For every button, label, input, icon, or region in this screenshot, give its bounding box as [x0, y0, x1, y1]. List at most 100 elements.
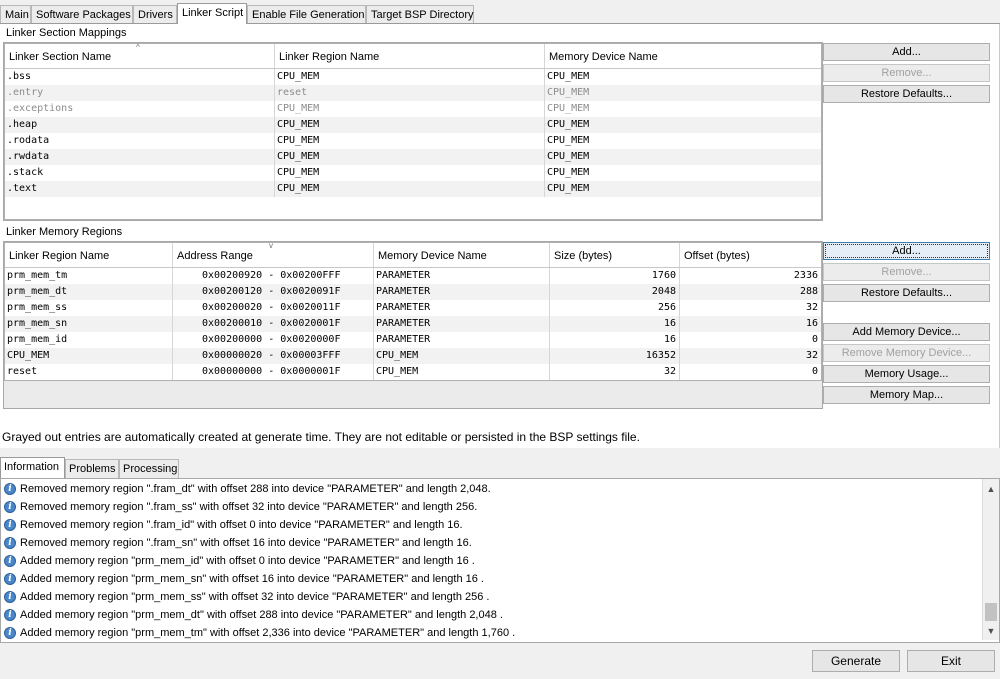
tab-software-packages[interactable]: Software Packages	[31, 5, 133, 23]
tab-drivers[interactable]: Drivers	[133, 5, 177, 23]
region-remove-button[interactable]: Remove...	[823, 263, 990, 281]
region-add-button[interactable]: Add...	[823, 242, 990, 260]
tab-bar: Main Software Packages Drivers Linker Sc…	[0, 0, 1000, 24]
cell-device: CPU_MEM	[547, 183, 590, 194]
cell-offset: 0	[811, 334, 818, 345]
memory-regions-header: Linker Region Name Address Range Memory …	[5, 243, 821, 268]
tab-target-bsp-directory[interactable]: Target BSP Directory	[366, 5, 474, 23]
memory-region-row[interactable]: prm_mem_tm 0x00200920 - 0x00200FFF PARAMET…	[5, 268, 821, 284]
col-size[interactable]: Size (bytes)	[550, 243, 680, 267]
cell-device: CPU_MEM	[547, 87, 590, 98]
col-linker-region-name[interactable]: Linker Region Name	[275, 44, 545, 68]
information-console: i Removed memory region ".fram_dt" with o…	[0, 478, 1000, 643]
section-mapping-row[interactable]: .exceptions CPU_MEM CPU_MEM	[5, 101, 821, 117]
info-icon: i	[4, 573, 16, 585]
cell-range: 0x00200920 - 0x00200FFF	[173, 268, 374, 284]
message-text: Added memory region "prm_mem_sn" with of…	[20, 573, 484, 585]
generate-button[interactable]: Generate	[812, 650, 900, 672]
col-linker-section-name[interactable]: Linker Section Name	[5, 44, 275, 68]
memory-regions-table: Linker Region Name Address Range Memory …	[4, 242, 822, 381]
memory-region-row[interactable]: prm_mem_sn 0x00200010 - 0x0020001F PARAMET…	[5, 316, 821, 332]
message-text: Removed memory region ".fram_sn" with of…	[20, 537, 472, 549]
section-mapping-row[interactable]: .bss CPU_MEM CPU_MEM	[5, 69, 821, 85]
section-mapping-row[interactable]: .rwdata CPU_MEM CPU_MEM	[5, 149, 821, 165]
console-scrollbar[interactable]: ▲ ▼	[982, 479, 999, 640]
tab-linker-script[interactable]: Linker Script	[177, 3, 247, 24]
cell-offset: 32	[805, 350, 818, 361]
exit-button[interactable]: Exit	[907, 650, 995, 672]
scroll-up-icon[interactable]: ▲	[983, 481, 999, 497]
tab-problems[interactable]: Problems	[65, 459, 119, 478]
col-region-name[interactable]: Linker Region Name	[5, 243, 173, 267]
cell-section: .entry	[5, 85, 275, 101]
cell-region: CPU_MEM	[5, 348, 173, 364]
cell-section: .rodata	[5, 133, 275, 149]
add-memory-device-button[interactable]: Add Memory Device...	[823, 323, 990, 341]
cell-range: 0x00200020 - 0x0020011F	[173, 300, 374, 316]
info-icon: i	[4, 609, 16, 621]
cell-device: CPU_MEM	[547, 151, 590, 162]
info-icon: i	[4, 483, 16, 495]
message-text: Added memory region "prm_mem_tm" with of…	[20, 627, 516, 639]
cell-size: 16	[550, 332, 680, 348]
info-icon: i	[4, 501, 16, 513]
tab-main[interactable]: Main	[0, 5, 31, 23]
scroll-down-icon[interactable]: ▼	[983, 623, 999, 639]
section-mappings-table: Linker Section Name Linker Region Name M…	[4, 43, 822, 220]
mapping-remove-button[interactable]: Remove...	[823, 64, 990, 82]
cell-range: 0x00000000 - 0x0000001F	[173, 364, 374, 380]
section-mapping-row[interactable]: .rodata CPU_MEM CPU_MEM	[5, 133, 821, 149]
memory-usage-button[interactable]: Memory Usage...	[823, 365, 990, 383]
memory-region-row[interactable]: prm_mem_ss 0x00200020 - 0x0020011F PARAMET…	[5, 300, 821, 316]
memory-region-row[interactable]: prm_mem_dt 0x00200120 - 0x0020091F PARAMET…	[5, 284, 821, 300]
cell-section: .bss	[5, 69, 275, 85]
cell-range: 0x00200120 - 0x0020091F	[173, 284, 374, 300]
col-address-range[interactable]: Address Range	[173, 243, 374, 267]
cell-device: CPU_MEM	[547, 71, 590, 82]
cell-offset: 288	[799, 286, 818, 297]
memory-region-row[interactable]: reset 0x00000000 - 0x0000001F CPU_MEM 32 0	[5, 364, 821, 380]
cell-region: prm_mem_dt	[5, 284, 173, 300]
scrollbar-thumb[interactable]	[985, 603, 997, 621]
cell-section: .heap	[5, 117, 275, 133]
section-mapping-row[interactable]: .entry reset CPU_MEM	[5, 85, 821, 101]
region-restore-defaults-button[interactable]: Restore Defaults...	[823, 284, 990, 302]
cell-offset: 16	[805, 318, 818, 329]
tab-information[interactable]: Information	[0, 457, 65, 478]
col-memory-device-name[interactable]: Memory Device Name	[545, 44, 821, 68]
cell-section: .text	[5, 181, 275, 197]
remove-memory-device-button[interactable]: Remove Memory Device...	[823, 344, 990, 362]
cell-device: CPU_MEM	[547, 103, 590, 114]
info-icon: i	[4, 627, 16, 639]
cell-device: PARAMETER	[374, 268, 550, 284]
cell-region: prm_mem_ss	[5, 300, 173, 316]
cell-section: .exceptions	[5, 101, 275, 117]
section-mapping-row[interactable]: .text CPU_MEM CPU_MEM	[5, 181, 821, 197]
message-text: Removed memory region ".fram_ss" with of…	[20, 501, 478, 513]
mapping-restore-defaults-button[interactable]: Restore Defaults...	[823, 85, 990, 103]
cell-offset: 32	[805, 302, 818, 313]
info-icon: i	[4, 591, 16, 603]
cell-section: .rwdata	[5, 149, 275, 165]
mapping-add-button[interactable]: Add...	[823, 43, 990, 61]
section-mapping-row[interactable]: .stack CPU_MEM CPU_MEM	[5, 165, 821, 181]
cell-offset: 2336	[793, 270, 818, 281]
cell-device: PARAMETER	[374, 300, 550, 316]
memory-map-button[interactable]: Memory Map...	[823, 386, 990, 404]
col-offset[interactable]: Offset (bytes)	[680, 243, 821, 267]
cell-device: PARAMETER	[374, 284, 550, 300]
section-mapping-row[interactable]: .heap CPU_MEM CPU_MEM	[5, 117, 821, 133]
cell-size: 32	[550, 364, 680, 380]
memory-region-row[interactable]: CPU_MEM 0x00000020 - 0x00003FFF CPU_MEM 163…	[5, 348, 821, 364]
message-text: Added memory region "prm_mem_dt" with of…	[20, 609, 503, 621]
memory-regions-title: Linker Memory Regions	[6, 226, 123, 238]
tab-processing[interactable]: Processing	[119, 459, 179, 478]
col-memory-device[interactable]: Memory Device Name	[374, 243, 550, 267]
cell-region: CPU_MEM	[275, 117, 545, 133]
tab-enable-file-generation[interactable]: Enable File Generation	[247, 5, 366, 23]
cell-region: reset	[275, 85, 545, 101]
cell-region: CPU_MEM	[275, 181, 545, 197]
memory-region-row[interactable]: prm_mem_id 0x00200000 - 0x0020000F PARAMET…	[5, 332, 821, 348]
message-text: Added memory region "prm_mem_id" with of…	[20, 555, 475, 567]
cell-range: 0x00000020 - 0x00003FFF	[173, 348, 374, 364]
